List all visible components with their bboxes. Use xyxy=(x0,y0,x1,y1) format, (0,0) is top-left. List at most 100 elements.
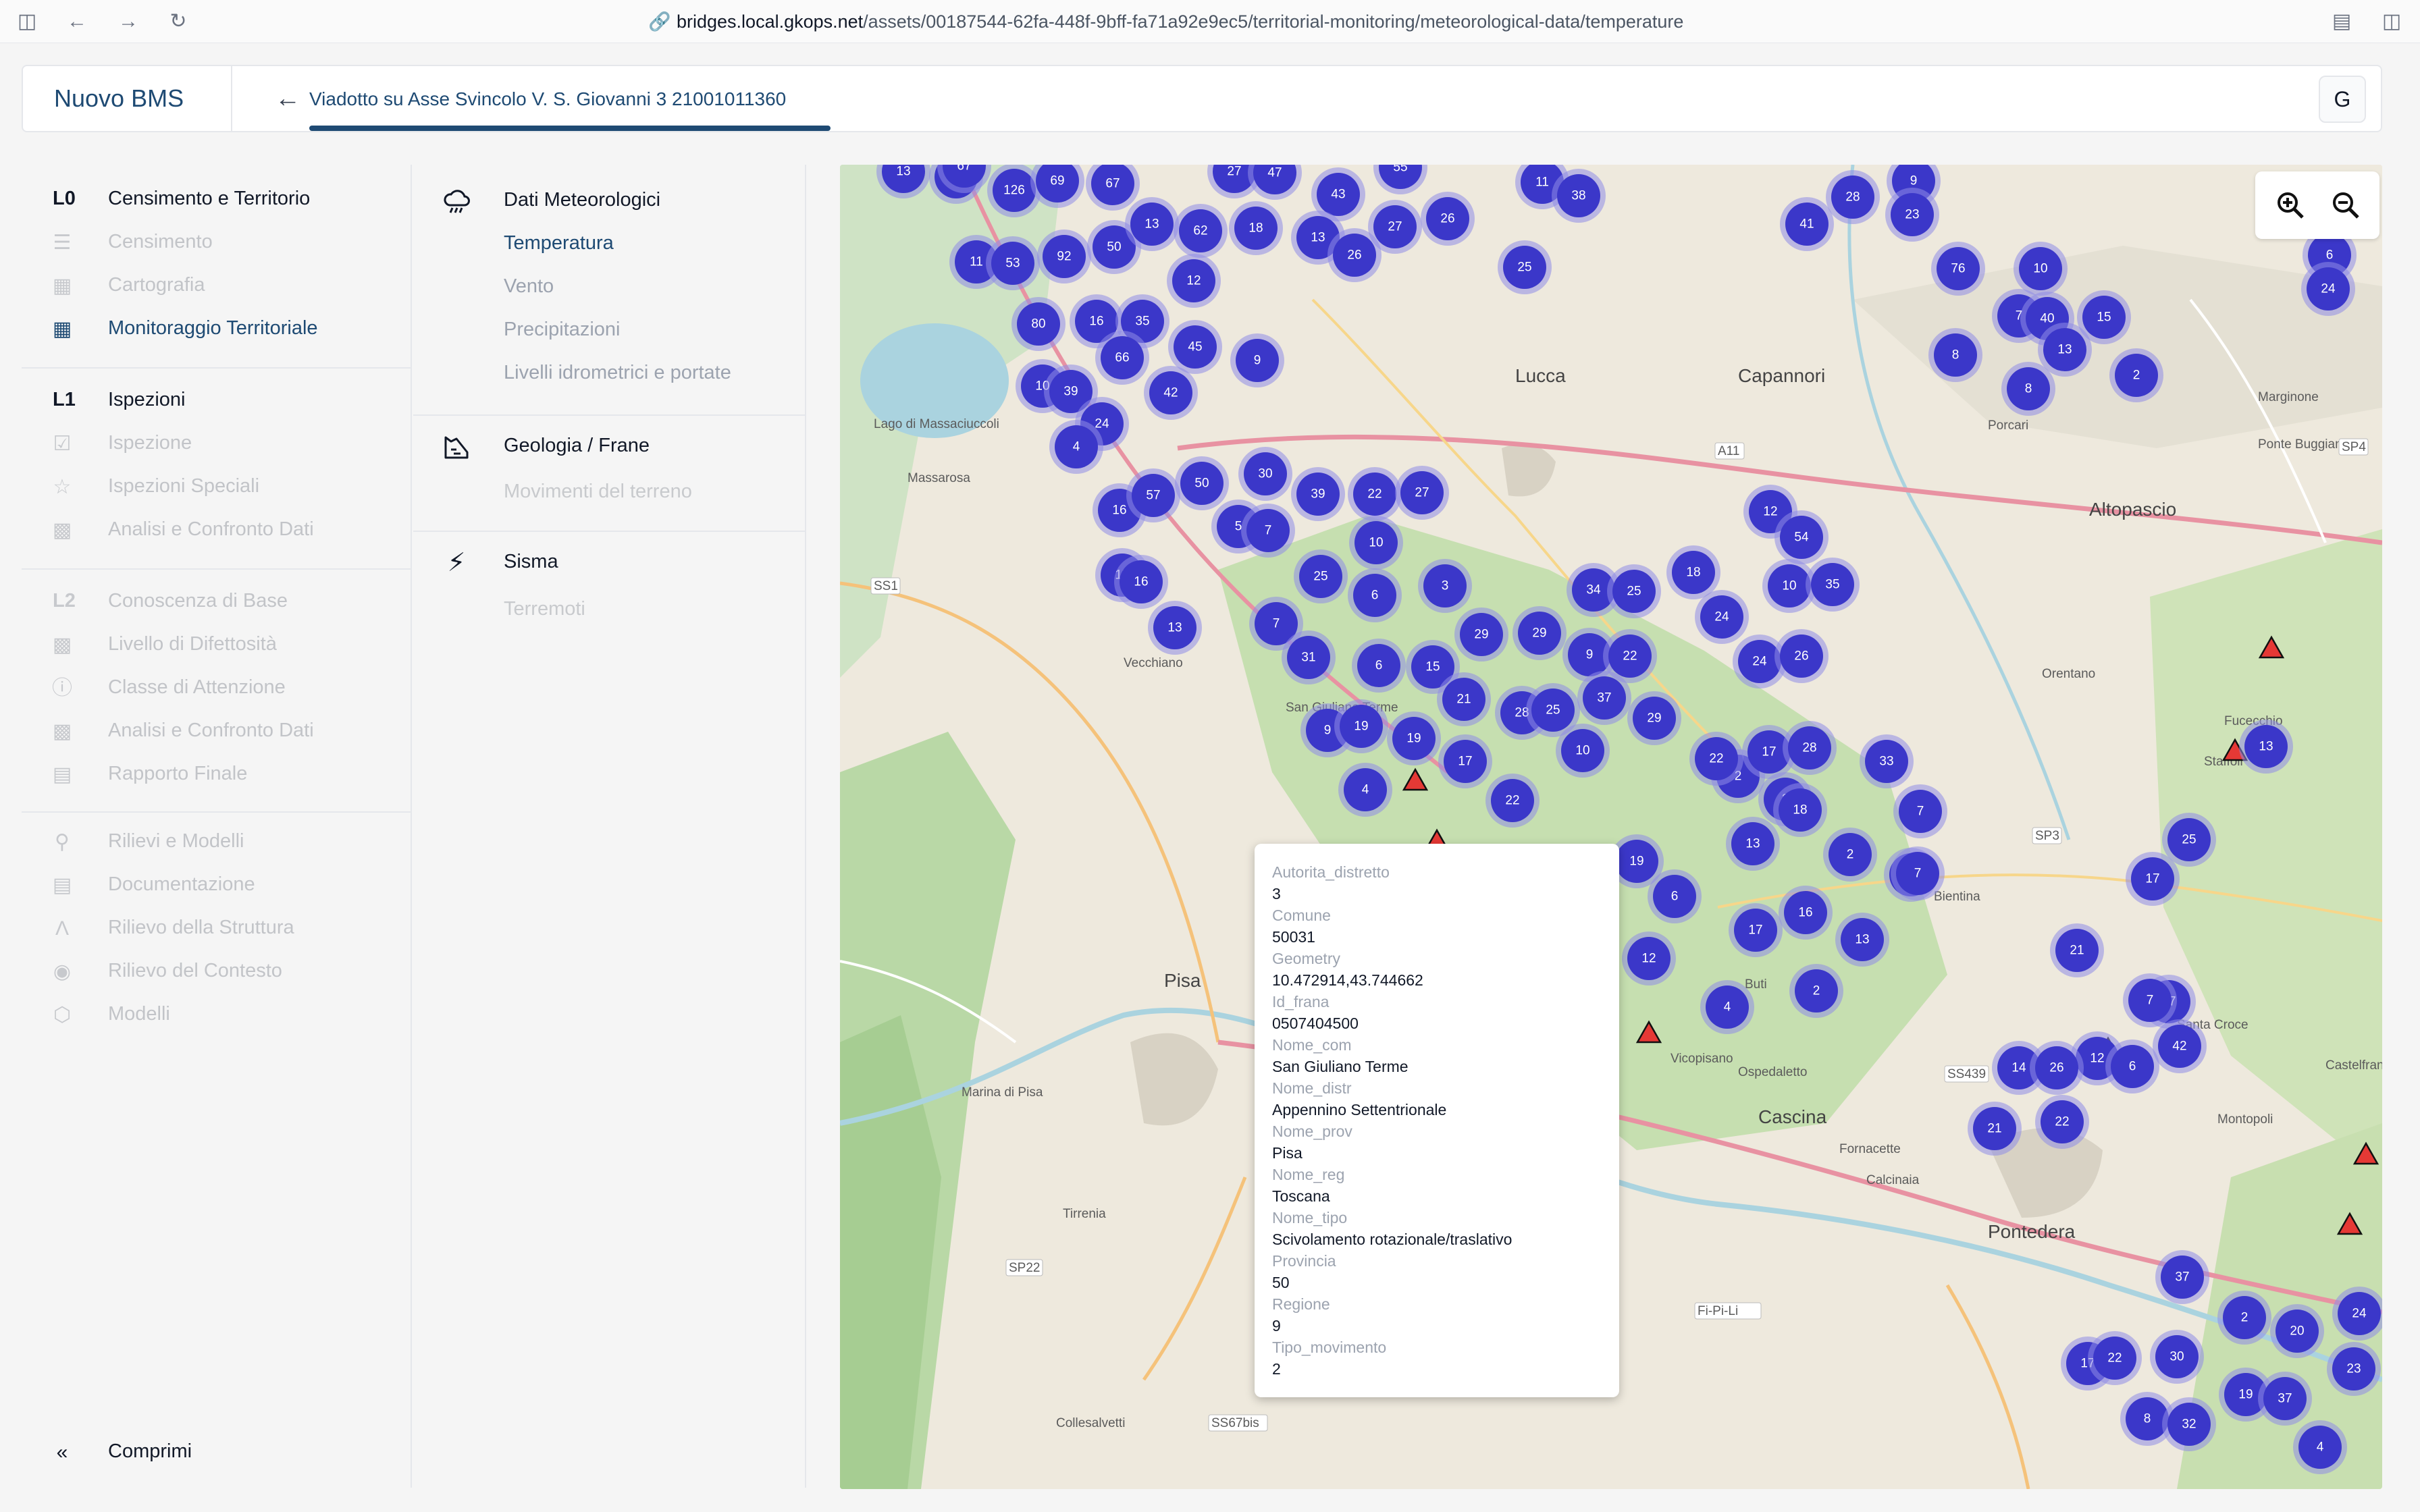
cluster-marker[interactable]: 27 xyxy=(1368,200,1422,254)
cluster-marker[interactable]: 29 xyxy=(1454,608,1508,662)
cluster-marker[interactable]: 9 xyxy=(1230,333,1284,387)
cluster-marker[interactable]: 6 xyxy=(1648,869,1702,923)
cluster-marker[interactable]: 33 xyxy=(1860,734,1914,788)
cluster-marker[interactable]: 37 xyxy=(1577,671,1631,725)
cluster-marker[interactable]: 30 xyxy=(2150,1330,2204,1384)
cluster-marker[interactable]: 45 xyxy=(1168,320,1222,374)
cluster-marker[interactable]: 4 xyxy=(1049,420,1103,474)
address-bar[interactable]: 🔗 bridges.local.gkops.net/assets/00187544… xyxy=(648,8,1683,35)
cluster-marker[interactable]: 13 xyxy=(1125,197,1179,251)
cluster-marker[interactable]: 3 xyxy=(1418,559,1472,613)
sidebar-item-rapporto-finale[interactable]: ▤ Rapporto Finale xyxy=(22,757,400,790)
cluster-marker[interactable]: 22 xyxy=(1348,467,1402,521)
asset-title-tab[interactable]: Viadotto su Asse Svincolo V. S. Giovanni… xyxy=(309,82,786,130)
cluster-marker[interactable]: 2 xyxy=(1789,964,1843,1018)
cluster-marker[interactable]: 76 xyxy=(1931,242,1985,296)
cluster-marker[interactable]: 19 xyxy=(1334,699,1388,753)
cluster-marker[interactable]: 13 xyxy=(1726,817,1780,871)
cluster-marker[interactable]: 18 xyxy=(1773,783,1827,837)
cluster-marker[interactable]: 25 xyxy=(1294,549,1348,603)
sidebar-item-rilievo-struttura[interactable]: Λ Rilievo della Struttura xyxy=(22,911,400,944)
cluster-marker[interactable]: 37 xyxy=(2155,1250,2209,1304)
cluster-marker[interactable]: 16 xyxy=(1779,886,1833,940)
cluster-marker[interactable]: 26 xyxy=(1774,629,1829,683)
sidebar-toggle-icon[interactable]: ◫ xyxy=(15,9,39,34)
submenu-item-precipitazioni[interactable]: Precipitazioni xyxy=(504,313,620,346)
cluster-marker[interactable]: 54 xyxy=(1774,510,1829,564)
back-arrow-icon[interactable]: ← xyxy=(65,9,89,34)
submenu-item-movimenti-terreno[interactable]: Movimenti del terreno xyxy=(504,475,692,508)
cluster-marker[interactable]: 28 xyxy=(1783,721,1837,775)
cluster-marker[interactable]: 92 xyxy=(1037,230,1091,284)
submenu-item-temperatura[interactable]: Temperatura xyxy=(504,227,614,259)
cluster-marker[interactable]: 13 xyxy=(1835,913,1889,967)
sidebar-right-icon[interactable]: ◫ xyxy=(2379,9,2404,34)
extension-icon[interactable]: ▤ xyxy=(2330,9,2354,34)
cluster-marker[interactable]: 42 xyxy=(1144,366,1198,420)
cluster-marker[interactable]: 22 xyxy=(2088,1331,2142,1385)
cluster-marker[interactable]: 10 xyxy=(1349,516,1403,570)
collapse-sidebar-button[interactable]: « Comprimi xyxy=(22,1435,400,1467)
cluster-marker[interactable]: 6 xyxy=(1348,568,1402,622)
sidebar-item-rilievi-modelli[interactable]: ⚲ Rilievi e Modelli xyxy=(22,825,400,857)
sidebar-item-difettosita[interactable]: ▩ Livello di Difettosità xyxy=(22,628,400,660)
cluster-marker[interactable]: 7 xyxy=(1893,784,1947,838)
cluster-marker[interactable]: 29 xyxy=(1512,606,1567,660)
cluster-marker[interactable]: 10 xyxy=(2014,242,2068,296)
submenu-item-livelli-idrometrici[interactable]: Livelli idrometrici e portate xyxy=(504,356,731,389)
cluster-marker[interactable]: 13 xyxy=(1148,601,1202,655)
zoom-out-button[interactable] xyxy=(2330,189,2362,221)
cluster-marker[interactable]: 25 xyxy=(1607,564,1661,618)
sidebar-section-l1[interactable]: L1 Ispezioni xyxy=(22,383,400,416)
cluster-marker[interactable]: 50 xyxy=(1175,456,1229,510)
cluster-marker[interactable]: 21 xyxy=(1437,672,1491,726)
cluster-marker[interactable]: 12 xyxy=(1622,932,1676,986)
sidebar-section-l2[interactable]: L2 Conoscenza di Base xyxy=(22,585,400,617)
sidebar-item-ispezione[interactable]: ☑ Ispezione xyxy=(22,427,400,459)
cluster-marker[interactable]: 4 xyxy=(2293,1420,2347,1474)
submenu-group-geologia[interactable]: Geologia / Frane xyxy=(413,427,805,464)
cluster-marker[interactable]: 20 xyxy=(2270,1304,2324,1358)
forward-arrow-icon[interactable]: → xyxy=(116,9,140,34)
cluster-marker[interactable]: 13 xyxy=(2239,720,2293,774)
cluster-marker[interactable]: 26 xyxy=(1421,192,1475,246)
sidebar-item-cartografia[interactable]: ▦ Cartografia xyxy=(22,269,400,301)
cluster-marker[interactable]: 7 xyxy=(1891,846,1945,900)
cluster-marker[interactable]: 6 xyxy=(1352,639,1406,693)
cluster-marker[interactable]: 22 xyxy=(1689,732,1743,786)
zoom-in-button[interactable] xyxy=(2274,189,2307,221)
cluster-marker[interactable]: 23 xyxy=(1885,188,1939,242)
cluster-marker[interactable]: 21 xyxy=(1968,1102,2022,1156)
cluster-marker[interactable]: 18 xyxy=(1229,201,1283,255)
sidebar-item-classe-attenzione[interactable]: ⓘ Classe di Attenzione xyxy=(22,671,400,703)
cluster-marker[interactable]: 4 xyxy=(1338,763,1392,817)
back-button[interactable]: ← xyxy=(273,84,302,113)
cluster-marker[interactable]: 42 xyxy=(2153,1019,2207,1073)
cluster-marker[interactable]: 7 xyxy=(2123,973,2177,1027)
user-avatar[interactable]: G xyxy=(2319,76,2366,123)
submenu-item-terremoti[interactable]: Terremoti xyxy=(504,593,585,625)
cluster-marker[interactable]: 37 xyxy=(2258,1372,2312,1426)
sidebar-item-rilievo-contesto[interactable]: ◉ Rilievo del Contesto xyxy=(22,954,400,987)
cluster-marker[interactable]: 32 xyxy=(2162,1397,2216,1451)
cluster-marker[interactable]: 38 xyxy=(1552,169,1606,223)
cluster-marker[interactable]: 30 xyxy=(1238,447,1292,501)
cluster-marker[interactable]: 21 xyxy=(2050,923,2104,977)
sidebar-item-documentazione[interactable]: ▤ Documentazione xyxy=(22,868,400,900)
cluster-marker[interactable]: 25 xyxy=(2162,813,2216,867)
cluster-marker[interactable]: 66 xyxy=(1095,331,1149,385)
cluster-marker[interactable]: 29 xyxy=(1627,691,1681,745)
cluster-marker[interactable]: 17 xyxy=(1729,903,1783,957)
cluster-marker[interactable]: 22 xyxy=(1485,774,1540,828)
cluster-marker[interactable]: 31 xyxy=(1282,630,1336,684)
sidebar-item-monitoraggio[interactable]: ▦ Monitoraggio Territoriale xyxy=(22,312,400,344)
submenu-item-vento[interactable]: Vento xyxy=(504,270,554,302)
sidebar-item-modelli[interactable]: ⬡ Modelli xyxy=(22,998,400,1030)
cluster-marker[interactable]: 2 xyxy=(2109,348,2163,402)
reload-icon[interactable]: ↻ xyxy=(166,9,190,34)
cluster-marker[interactable]: 24 xyxy=(1695,590,1749,644)
sidebar-item-analisi-l1[interactable]: ▩ Analisi e Confronto Dati xyxy=(22,513,400,545)
cluster-marker[interactable]: 53 xyxy=(986,236,1040,290)
cluster-marker[interactable]: 35 xyxy=(1806,558,1860,612)
cluster-marker[interactable]: 57 xyxy=(1126,468,1180,522)
